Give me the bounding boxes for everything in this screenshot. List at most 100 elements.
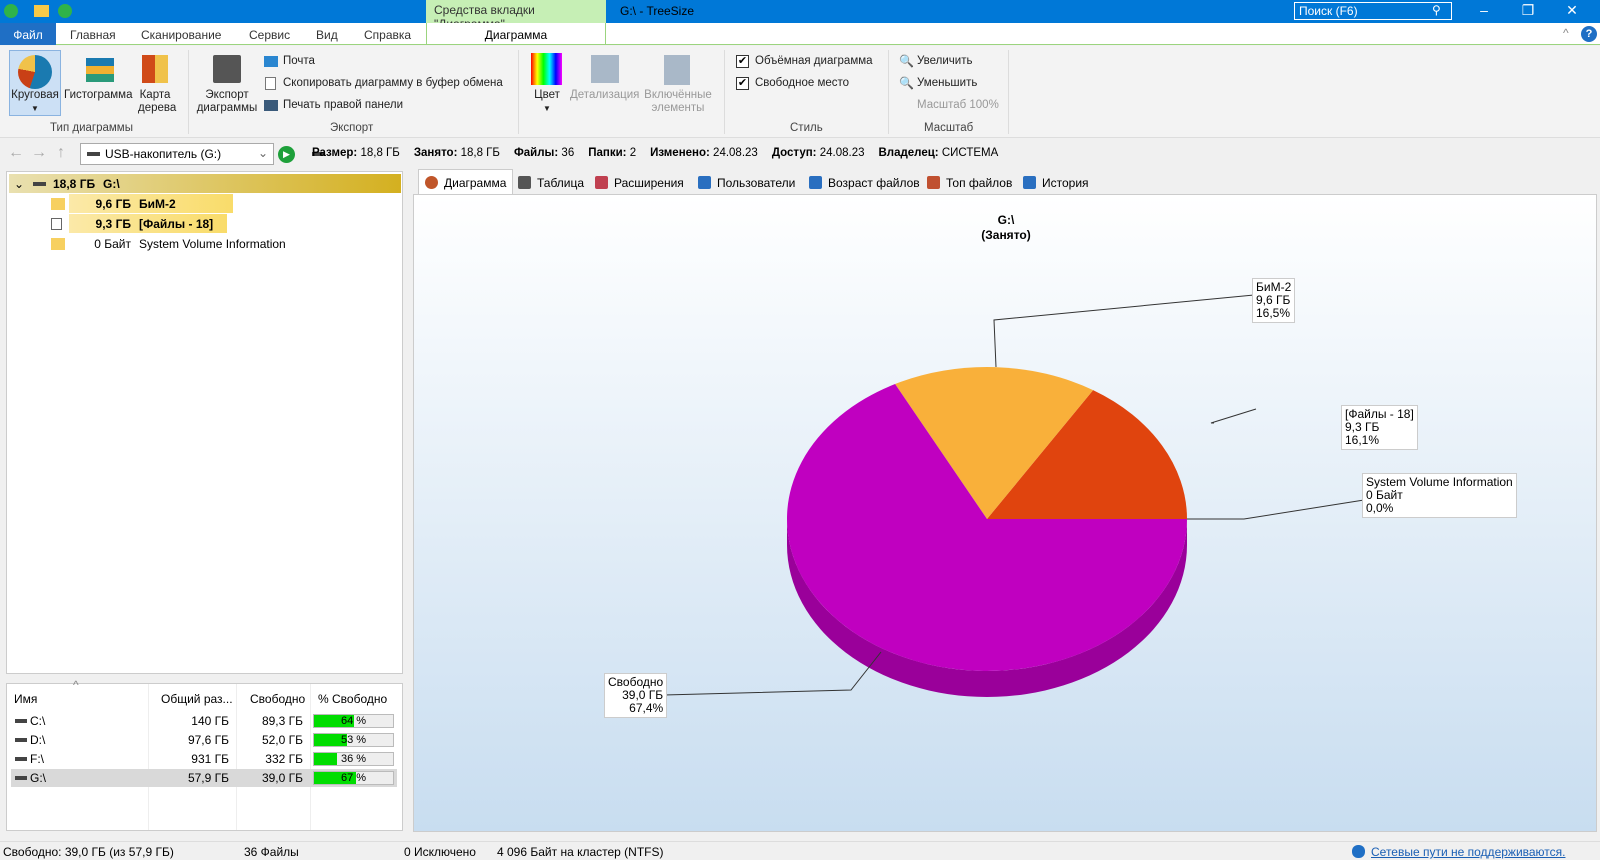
detail-icon (591, 55, 619, 83)
up-button[interactable]: ↑ (57, 144, 65, 162)
search-input[interactable]: Поиск (F6) (1294, 2, 1452, 20)
tab-6[interactable]: История (1017, 172, 1095, 194)
start-scan-button[interactable]: ▶ (278, 146, 295, 163)
detail-button[interactable]: Детализация (570, 89, 639, 102)
drive-row[interactable]: F:\ 931 ГБ 332 ГБ 36 % (11, 750, 397, 768)
tab-0[interactable]: Диаграмма (418, 169, 514, 195)
color-palette-icon (531, 53, 562, 85)
network-paths-link[interactable]: Сетевые пути не поддерживаются. (1371, 845, 1565, 859)
tree-item[interactable]: 9,3 ГБ [Файлы - 18] (47, 214, 397, 233)
slice-label-pct-label: 67,4% (629, 701, 664, 715)
export-chart-button[interactable]: Экспорт диаграммы (193, 89, 261, 115)
free-percent-bar: 64 % (313, 714, 394, 728)
menu-home[interactable]: Главная (70, 23, 116, 45)
leader-line (993, 294, 1255, 368)
info-item: Папки: 2 (588, 147, 636, 159)
menu-service[interactable]: Сервис (249, 23, 290, 45)
tree-root[interactable]: ⌄ 18,8 ГБ G:\ (9, 174, 401, 193)
treemap-button[interactable]: Карта дерева (138, 89, 177, 115)
tab-icon (698, 176, 711, 189)
drive-free: 39,0 ГБ (261, 771, 303, 785)
col-header-pct-free[interactable]: % Свободно (318, 692, 387, 706)
included-label-1: Включённые (644, 89, 712, 101)
info-value: 18,8 ГБ (460, 147, 500, 159)
menu-view[interactable]: Вид (316, 23, 338, 45)
zoom-out-button[interactable]: Уменьшить (917, 77, 977, 89)
tab-5[interactable]: Топ файлов (921, 172, 1018, 194)
drive-select-value: USB-накопитель (G:) (105, 147, 222, 161)
scan-icon[interactable] (58, 4, 72, 18)
info-value: 24.08.23 (819, 147, 865, 159)
zoom-out-icon: 🔍 (899, 76, 914, 90)
volume-chart-checkbox[interactable]: ✔ (736, 55, 749, 68)
mail-button[interactable]: Почта (283, 55, 315, 67)
col-header-free[interactable]: Свободно (250, 692, 305, 706)
root-name: G:\ (103, 177, 120, 191)
tab-icon (809, 176, 822, 189)
leader-line (663, 651, 882, 696)
status-cluster: 4 096 Байт на кластер (NTFS) (497, 845, 664, 859)
color-button[interactable]: Цвет ▼ (531, 89, 563, 115)
tab-icon (595, 176, 608, 189)
pie-chart-button[interactable]: Круговая ▼ (9, 50, 61, 116)
free-space-checkbox[interactable]: ✔ (736, 77, 749, 90)
menu-scan[interactable]: Сканирование (141, 23, 221, 45)
dropdown-arrow-icon: ▼ (543, 104, 551, 113)
menu-file[interactable]: Файл (0, 23, 56, 45)
bar-label: 64 % (340, 715, 367, 727)
free-percent-bar: 36 % (313, 752, 394, 766)
root-size: 18,8 ГБ (53, 177, 96, 191)
folder-tree: ⌄ 18,8 ГБ G:\ 9,6 ГБ БиМ-2 9,3 ГБ [Файлы - … (6, 171, 403, 674)
drive-row[interactable]: G:\ 57,9 ГБ 39,0 ГБ 67 % (11, 769, 397, 787)
col-header-total[interactable]: Общий раз... (161, 692, 233, 706)
minimize-button[interactable]: – (1464, 2, 1504, 18)
search-icon[interactable]: ⚲ (1432, 3, 1441, 17)
copy-chart-button[interactable]: Скопировать диаграмму в буфер обмена (283, 77, 503, 89)
tab-3[interactable]: Пользователи (692, 172, 801, 194)
tree-item[interactable]: 9,6 ГБ БиМ-2 (47, 194, 397, 213)
treemap-label-2: дерева (138, 102, 177, 114)
bar-label: 53 % (340, 734, 367, 746)
tab-label: Расширения (614, 176, 684, 190)
maximize-button[interactable]: ❐ (1508, 2, 1548, 19)
drive-row[interactable]: C:\ 140 ГБ 89,3 ГБ 64 % (11, 712, 397, 730)
dropdown-arrow-icon: ▼ (31, 104, 39, 113)
zoom-in-button[interactable]: Увеличить (917, 55, 972, 67)
menu-help[interactable]: Справка (364, 23, 411, 45)
drive-select[interactable]: USB-накопитель (G:) ⌄ (80, 143, 274, 165)
info-item: Доступ: 24.08.23 (772, 147, 865, 159)
back-button[interactable]: ← (8, 144, 24, 162)
menu-bar (0, 23, 1600, 45)
chevron-down-icon: ⌄ (257, 146, 268, 160)
item-size: 9,6 ГБ (95, 197, 131, 211)
help-icon[interactable]: ? (1581, 26, 1597, 42)
folder-icon[interactable] (34, 5, 49, 17)
tree-item[interactable]: 0 Байт System Volume Information (47, 234, 397, 253)
group-style: Стиль (790, 122, 823, 134)
col-header-name[interactable]: Имя (14, 692, 37, 706)
item-size: 9,3 ГБ (95, 217, 131, 231)
status-bar: Свободно: 39,0 ГБ (из 57,9 ГБ) 36 Файлы … (0, 841, 1600, 860)
info-value: 36 (561, 147, 575, 159)
tab-2[interactable]: Расширения (589, 172, 690, 194)
tab-icon (927, 176, 940, 189)
histogram-icon (86, 58, 114, 82)
info-value: СИСТЕМА (941, 147, 999, 159)
drive-row[interactable]: D:\ 97,6 ГБ 52,0 ГБ 53 % (11, 731, 397, 749)
tab-label: Топ файлов (946, 176, 1013, 190)
included-items-icon (664, 55, 690, 85)
collapse-ribbon-icon[interactable]: ^ (1563, 26, 1569, 40)
print-panel-button[interactable]: Печать правой панели (283, 99, 403, 111)
app-icon (4, 4, 18, 18)
expand-chevron-icon[interactable]: ⌄ (14, 177, 24, 191)
menu-diagram[interactable]: Диаграмма (426, 23, 606, 45)
included-items-button[interactable]: Включённые элементы (643, 89, 713, 115)
tab-4[interactable]: Возраст файлов (803, 172, 926, 194)
leader-line (1187, 499, 1365, 520)
tab-1[interactable]: Таблица (512, 172, 590, 194)
close-button[interactable]: ✕ (1552, 2, 1592, 19)
bar-label: 67 % (340, 772, 367, 784)
forward-button[interactable]: → (31, 144, 47, 162)
histogram-button[interactable]: Гистограмма (64, 89, 132, 102)
group-chart-type: Тип диаграммы (50, 122, 133, 134)
